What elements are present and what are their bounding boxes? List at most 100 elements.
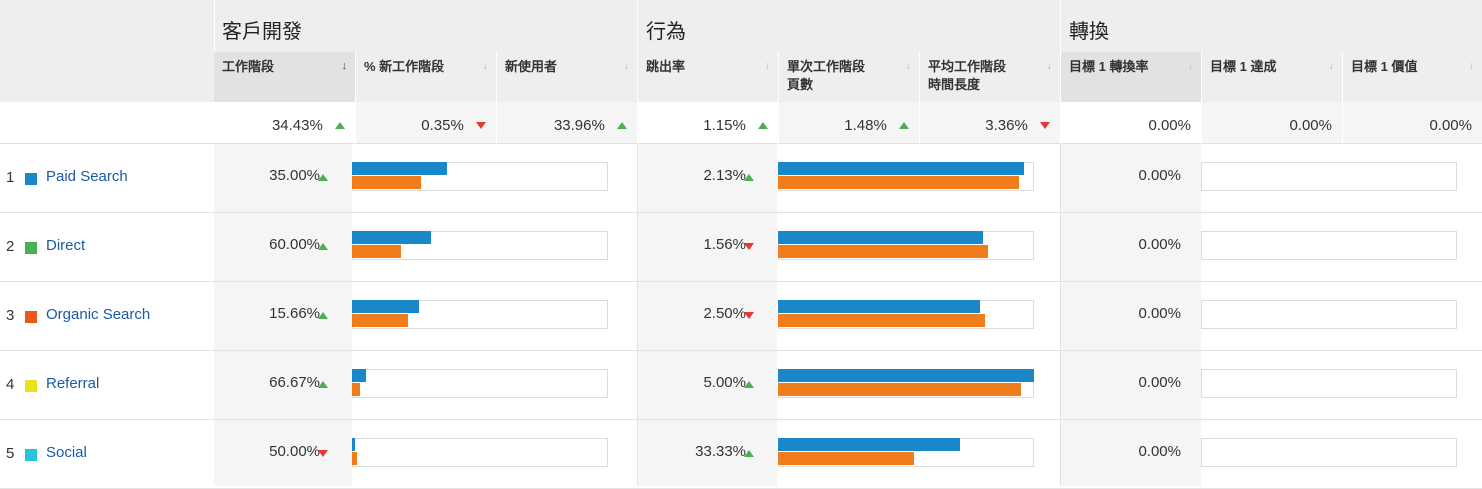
column-label: 頁數 bbox=[787, 77, 814, 92]
goal-bar-track bbox=[1201, 369, 1457, 398]
totals-value: 33.96% bbox=[553, 117, 605, 134]
row-number: 4 bbox=[6, 376, 15, 393]
sort-icon[interactable]: ↓ bbox=[483, 57, 489, 75]
row-goal-value: 0.00% bbox=[1138, 305, 1181, 322]
goal-bar-track bbox=[1201, 231, 1457, 260]
behavior-bar-previous bbox=[778, 176, 1019, 189]
group-title-acquisition: 客戶開發 bbox=[222, 21, 302, 43]
column-header-bounce-rate[interactable]: 跳出率 ↓ bbox=[638, 52, 778, 102]
column-header-pct-new-sessions[interactable]: % 新工作階段 ↓ bbox=[356, 52, 496, 102]
channel-link[interactable]: Social bbox=[46, 444, 87, 461]
trend-up-icon bbox=[617, 122, 627, 129]
totals-label-cell bbox=[0, 102, 214, 144]
sort-icon[interactable]: ↓ bbox=[1469, 57, 1475, 75]
row-goal-value: 0.00% bbox=[1138, 443, 1181, 460]
acquisition-bar-previous bbox=[352, 452, 357, 465]
totals-goal-conv-rate: 0.00% bbox=[1061, 102, 1201, 144]
row-number: 3 bbox=[6, 307, 15, 324]
totals-new-users: 33.96% bbox=[497, 102, 637, 144]
column-header-goal-completions[interactable]: 目標 1 達成 ↓ bbox=[1202, 52, 1342, 102]
trend-down-icon bbox=[1040, 122, 1050, 129]
legend-swatch bbox=[25, 449, 37, 461]
column-label: 目標 1 價值 bbox=[1351, 59, 1418, 74]
column-label: 時間長度 bbox=[928, 77, 981, 92]
trend-up-icon bbox=[318, 312, 328, 319]
channel-link[interactable]: Referral bbox=[46, 375, 99, 392]
trend-up-icon bbox=[758, 122, 768, 129]
acquisition-bar-current bbox=[352, 438, 355, 451]
column-header-avg-duration[interactable]: 平均工作階段 時間長度 ↓ bbox=[920, 52, 1060, 102]
totals-value: 0.00% bbox=[1289, 117, 1332, 134]
group-title-behavior: 行為 bbox=[646, 21, 686, 43]
channel-link[interactable]: Organic Search bbox=[46, 306, 150, 323]
trend-up-icon bbox=[335, 122, 345, 129]
totals-value: 1.15% bbox=[703, 117, 746, 134]
column-label: 工作階段 bbox=[222, 59, 275, 74]
column-header-sessions[interactable]: 工作階段 ↓ bbox=[214, 52, 355, 102]
totals-value: 0.35% bbox=[421, 117, 464, 134]
column-label: 平均工作階段 bbox=[928, 59, 1007, 74]
column-header-goal-value[interactable]: 目標 1 價值 ↓ bbox=[1343, 52, 1482, 102]
behavior-bar-previous bbox=[778, 314, 985, 327]
row-bounce-value: 2.50% bbox=[703, 305, 746, 322]
behavior-bar-previous bbox=[778, 245, 988, 258]
behavior-bar-current bbox=[778, 162, 1024, 175]
goal-bar-track bbox=[1201, 438, 1457, 467]
column-header-pages-per-session[interactable]: 單次工作階段 頁數 ↓ bbox=[779, 52, 919, 102]
row-divider bbox=[0, 281, 1482, 282]
totals-avg-duration: 3.36% bbox=[920, 102, 1060, 144]
totals-sessions: 34.43% bbox=[214, 102, 355, 144]
totals-value: 34.43% bbox=[271, 117, 323, 134]
behavior-bar-previous bbox=[778, 452, 914, 465]
sort-icon[interactable]: ↓ bbox=[624, 57, 630, 75]
behavior-bar-previous bbox=[778, 383, 1021, 396]
row-sessions-value: 60.00% bbox=[269, 236, 320, 253]
sort-icon[interactable]: ↓ bbox=[1047, 57, 1053, 75]
totals-goal-completions: 0.00% bbox=[1202, 102, 1342, 144]
trend-down-icon bbox=[318, 450, 328, 457]
row-number: 2 bbox=[6, 238, 15, 255]
trend-up-icon bbox=[744, 381, 754, 388]
column-header-goal-conv-rate[interactable]: 目標 1 轉換率 ↓ bbox=[1061, 52, 1201, 102]
totals-value: 0.00% bbox=[1148, 117, 1191, 134]
sort-icon[interactable]: ↓ bbox=[765, 57, 771, 75]
behavior-bar-current bbox=[778, 231, 983, 244]
acquisition-bar-current bbox=[352, 300, 419, 313]
group-divider bbox=[1060, 0, 1061, 52]
channel-link[interactable]: Direct bbox=[46, 237, 85, 254]
channel-link[interactable]: Paid Search bbox=[46, 168, 128, 185]
row-sessions-value: 50.00% bbox=[269, 443, 320, 460]
totals-value: 0.00% bbox=[1429, 117, 1472, 134]
row-sessions-value: 15.66% bbox=[269, 305, 320, 322]
trend-down-icon bbox=[744, 243, 754, 250]
sort-icon[interactable]: ↓ bbox=[906, 57, 912, 75]
column-label: 單次工作階段 bbox=[787, 59, 866, 74]
acquisition-bar-previous bbox=[352, 383, 360, 396]
column-header-new-users[interactable]: 新使用者 ↓ bbox=[497, 52, 637, 102]
column-label: 目標 1 轉換率 bbox=[1069, 59, 1149, 74]
legend-swatch bbox=[25, 311, 37, 323]
row-number: 5 bbox=[6, 445, 15, 462]
behavior-bar-current bbox=[778, 300, 980, 313]
totals-value: 3.36% bbox=[985, 117, 1028, 134]
legend-swatch bbox=[25, 380, 37, 392]
acquisition-bar-previous bbox=[352, 176, 421, 189]
totals-bounce-rate: 1.15% bbox=[638, 102, 778, 144]
acquisition-bar-current bbox=[352, 369, 366, 382]
row-sessions-value: 35.00% bbox=[269, 167, 320, 184]
row-goal-value: 0.00% bbox=[1138, 374, 1181, 391]
totals-goal-value: 0.00% bbox=[1343, 102, 1482, 144]
row-divider bbox=[0, 419, 1482, 420]
legend-swatch bbox=[25, 173, 37, 185]
acquisition-bar-current bbox=[352, 231, 431, 244]
row-goal-value: 0.00% bbox=[1138, 236, 1181, 253]
sort-desc-icon[interactable]: ↓ bbox=[342, 57, 348, 75]
column-label: % 新工作階段 bbox=[364, 59, 445, 74]
sort-icon[interactable]: ↓ bbox=[1188, 57, 1194, 75]
sort-icon[interactable]: ↓ bbox=[1329, 57, 1335, 75]
trend-up-icon bbox=[744, 450, 754, 457]
totals-pct-new-sessions: 0.35% bbox=[356, 102, 496, 144]
row-bounce-value: 1.56% bbox=[703, 236, 746, 253]
totals-value: 1.48% bbox=[844, 117, 887, 134]
trend-up-icon bbox=[318, 174, 328, 181]
